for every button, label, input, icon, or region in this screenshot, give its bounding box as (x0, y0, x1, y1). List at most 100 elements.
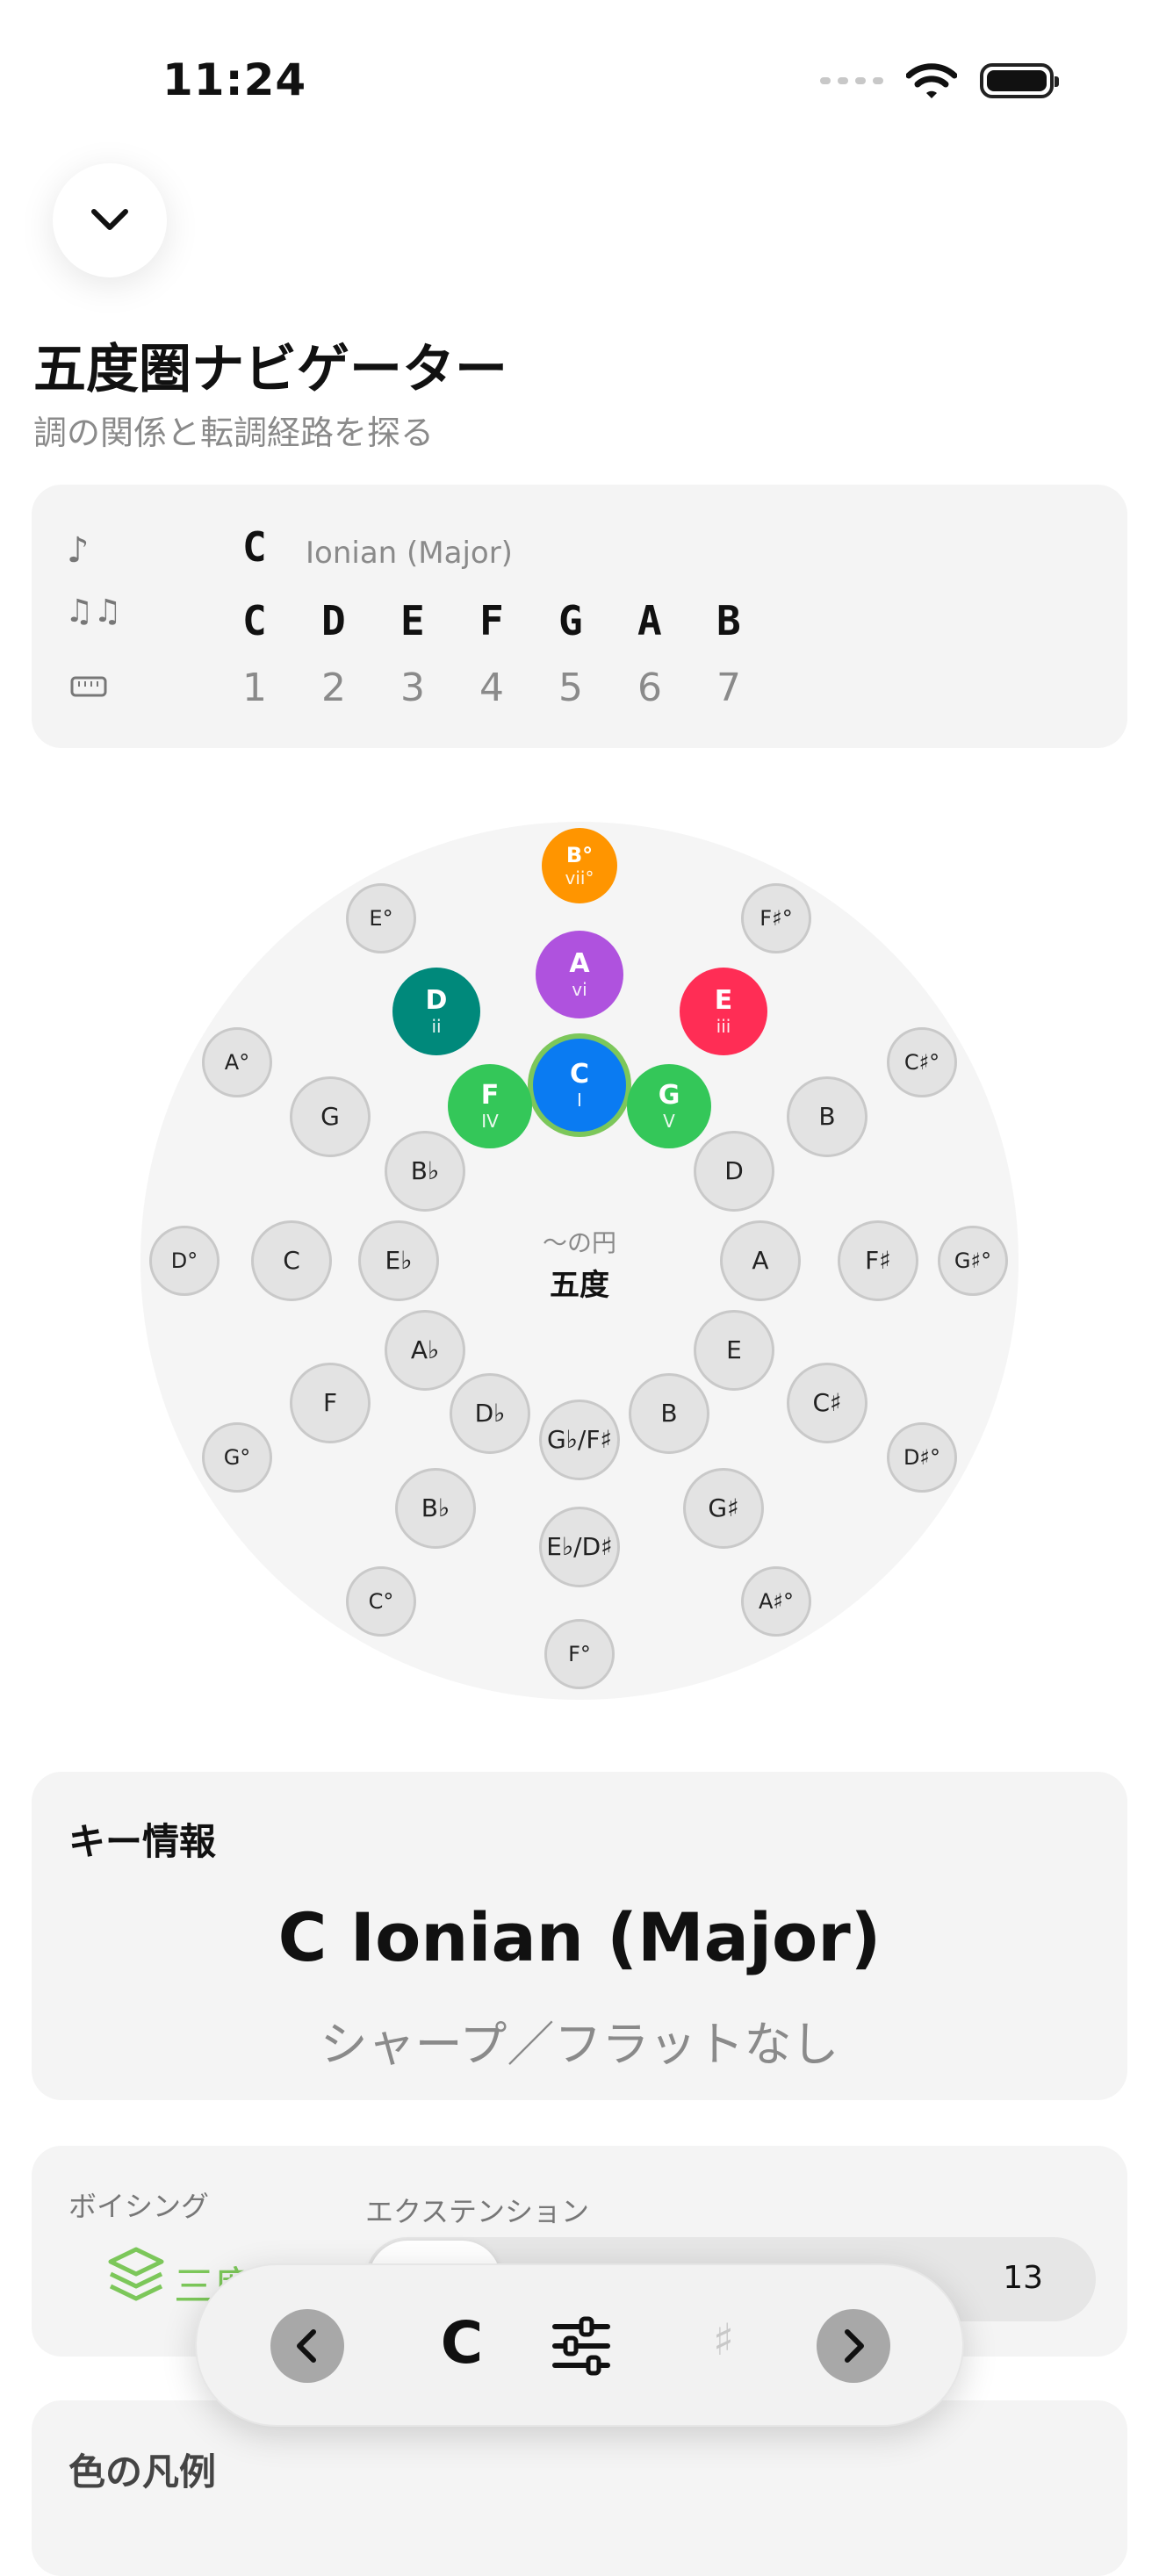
key-node-label: F (480, 1080, 500, 1111)
key-node-label: B (818, 1102, 836, 1131)
sharp-toggle-button[interactable]: ♯ (697, 2314, 750, 2365)
key-node-label: A (569, 948, 590, 979)
key-info-heading: キー情報 (68, 1820, 217, 1863)
legend-heading: 色の凡例 (68, 2450, 217, 2493)
key-node[interactable]: A♯° (741, 1566, 811, 1637)
key-node[interactable]: D (694, 1131, 774, 1212)
key-node-label: C (569, 1059, 590, 1090)
key-node[interactable]: GV (627, 1064, 711, 1148)
key-node[interactable]: G (290, 1076, 371, 1157)
key-node[interactable]: F IV (448, 1064, 532, 1148)
key-node-label: B♭ (410, 1156, 440, 1185)
color-legend-card: 色の凡例 (32, 2400, 1127, 2576)
key-node[interactable]: E♭ (358, 1220, 439, 1301)
key-node[interactable]: G♯° (938, 1226, 1008, 1296)
sliders-icon[interactable] (550, 2314, 613, 2378)
key-node[interactable]: B (787, 1076, 867, 1157)
key-node-label: D (724, 1156, 744, 1185)
key-node-label: E (714, 985, 733, 1016)
key-node[interactable]: CI (533, 1039, 626, 1132)
key-node-roman: vi (572, 979, 587, 1000)
key-node-roman: IV (481, 1111, 499, 1132)
key-node-label: G♯ (708, 1493, 739, 1522)
key-node-roman: ii (431, 1016, 442, 1037)
key-node[interactable]: D♭ (450, 1373, 530, 1454)
key-node[interactable]: E♭/D♯ (539, 1507, 620, 1587)
chevron-left-icon (297, 2329, 316, 2363)
key-node-label: D♯° (903, 1445, 941, 1470)
extension-value: 13 (1003, 2260, 1043, 2296)
key-node-label: A° (224, 1050, 250, 1075)
key-node[interactable]: B♭ (385, 1131, 465, 1212)
key-node[interactable]: Dii (392, 968, 480, 1055)
key-node-label: A♭ (410, 1335, 440, 1364)
key-node-roman: I (577, 1090, 582, 1111)
key-node-label: E° (369, 906, 393, 931)
previous-key-button[interactable] (270, 2309, 344, 2383)
key-node[interactable]: D° (149, 1226, 220, 1296)
key-node[interactable]: F♯ (838, 1220, 918, 1301)
key-node[interactable]: C° (346, 1566, 416, 1637)
key-node-label: A♯° (758, 1589, 795, 1614)
key-node[interactable]: C (251, 1220, 332, 1301)
key-node-label: F♯° (759, 906, 793, 931)
key-node-label: G♯° (954, 1248, 992, 1273)
layers-icon[interactable] (105, 2244, 167, 2306)
key-node-label: F♯ (865, 1246, 891, 1275)
circle-center-subtitle: 〜の円 (542, 1228, 616, 1257)
key-node[interactable]: C♯ (787, 1363, 867, 1443)
extension-label: エクステンション (365, 2195, 590, 2228)
key-node[interactable]: A° (202, 1027, 272, 1097)
key-node-label: G♭/F♯ (547, 1425, 612, 1454)
key-node-label: B♭ (421, 1493, 450, 1522)
key-node[interactable]: F° (544, 1619, 615, 1689)
key-name: C Ionian (Major) (277, 1898, 882, 1976)
key-node[interactable]: D♯° (887, 1422, 957, 1493)
voicing-label: ボイシング (68, 2190, 210, 2223)
key-node[interactable]: E° (346, 883, 416, 953)
key-node[interactable]: F (290, 1363, 371, 1443)
key-node[interactable]: Eiii (680, 968, 767, 1055)
key-node-label: D♭ (474, 1399, 506, 1428)
key-node-label: G (320, 1102, 340, 1131)
key-node[interactable]: B (629, 1373, 709, 1454)
key-node-roman: vii° (565, 867, 594, 889)
key-node-label: C (283, 1246, 300, 1275)
key-node-label: C♯° (903, 1050, 940, 1075)
key-node[interactable]: G° (202, 1422, 272, 1493)
key-accidentals: シャープ／フラットなし (320, 2017, 839, 2072)
key-node-label: D (425, 985, 448, 1016)
key-node-roman: iii (716, 1016, 731, 1037)
key-node[interactable]: B° vii° (542, 828, 617, 903)
key-node-label: D° (170, 1248, 198, 1273)
key-node-label: B° (565, 843, 594, 867)
key-node-label: G° (223, 1445, 251, 1470)
next-key-button[interactable] (817, 2309, 890, 2383)
key-node-label: A (752, 1246, 769, 1275)
circle-nodes: C I G V F IV Avi Eiii Dii B° vii° D A E B G♭/F♯ D♭ A♭ E♭ B♭… (0, 0, 1159, 1756)
chevron-right-icon (845, 2329, 864, 2363)
key-node[interactable]: B♭ (395, 1468, 476, 1549)
key-node-label: E (726, 1335, 742, 1364)
current-key-button[interactable]: C (418, 2309, 506, 2377)
key-node-label: E♭/D♯ (546, 1532, 613, 1561)
key-node-roman: V (663, 1111, 675, 1132)
key-node-label: C° (368, 1589, 394, 1614)
key-node[interactable]: F♯° (741, 883, 811, 953)
key-node[interactable]: Avi (536, 931, 623, 1018)
key-node[interactable]: A♭ (385, 1310, 465, 1391)
key-info-card: キー情報 C Ionian (Major) シャープ／フラットなし (32, 1772, 1127, 2100)
key-node-label: F° (568, 1642, 591, 1666)
key-node-label: E♭ (385, 1246, 413, 1275)
key-node[interactable]: E (694, 1310, 774, 1391)
key-node[interactable]: G♭/F♯ (539, 1400, 620, 1480)
key-node[interactable]: C♯° (887, 1027, 957, 1097)
key-node[interactable]: G♯ (683, 1468, 764, 1549)
key-node-label: C♯ (812, 1388, 842, 1417)
key-node-label: F (322, 1388, 338, 1417)
floating-toolbar: C ♯ (195, 2263, 964, 2427)
key-node-label: G (658, 1080, 680, 1111)
key-node[interactable]: A (720, 1220, 801, 1301)
circle-center-title: 五度 (550, 1268, 609, 1303)
key-node-label: B (660, 1399, 678, 1428)
